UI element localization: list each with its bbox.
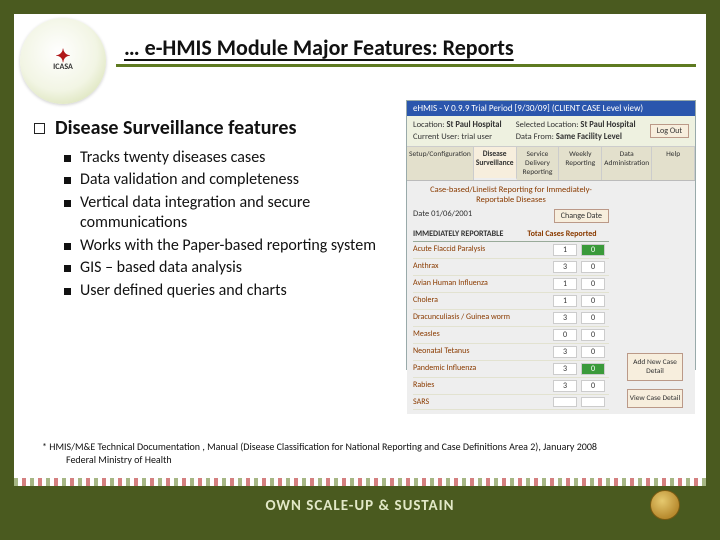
date-label: Date [413, 209, 429, 219]
case-count-a: 3 [553, 261, 577, 273]
feature-item: Works with the Paper-based reporting sys… [64, 236, 394, 256]
col-disease: IMMEDIATELY REPORTABLE [413, 229, 527, 239]
table-body: Acute Flaccid Paralysis10Anthrax30Avian … [413, 242, 609, 410]
disease-name: Dracunculiasis / Guinea worm [413, 312, 553, 324]
sel-loc-value: St Paul Hospital [580, 120, 635, 130]
case-title: Case-based/Linelist Reporting for Immedi… [413, 185, 609, 205]
banner: OWN SCALE-UP & SUSTAIN [14, 486, 706, 526]
table-row[interactable]: Rabies30 [413, 378, 609, 395]
table-row[interactable]: Pandemic Influenza30 [413, 361, 609, 378]
tab-weekly[interactable]: Weekly Reporting [559, 147, 602, 180]
col-total: Total Cases Reported [527, 229, 609, 239]
section-heading: Disease Surveillance features [34, 116, 394, 140]
case-count-b: 0 [581, 380, 605, 392]
disease-name: Acute Flaccid Paralysis [413, 244, 553, 256]
disease-name: Cholera [413, 295, 553, 307]
location-bar: Location: St Paul Hospital Current User:… [407, 116, 695, 147]
table-row[interactable]: Dracunculiasis / Guinea worm30 [413, 310, 609, 327]
table-row[interactable]: SARS [413, 395, 609, 410]
logout-button[interactable]: Log Out [650, 124, 689, 138]
view-case-button[interactable]: View Case Detail [627, 389, 683, 408]
tab-help[interactable]: Help [652, 147, 695, 180]
tab-service-delivery[interactable]: Service Delivery Reporting [517, 147, 560, 180]
case-count-b: 0 [581, 363, 605, 375]
tab-bar: Setup/Configuration Disease Surveillance… [407, 147, 695, 181]
table-row[interactable]: Cholera10 [413, 293, 609, 310]
app-main: Case-based/Linelist Reporting for Immedi… [407, 181, 695, 414]
table-row[interactable]: Measles00 [413, 327, 609, 344]
case-count-b: 0 [581, 312, 605, 324]
feature-item: Vertical data integration and secure com… [64, 193, 394, 234]
case-count-a: 1 [553, 244, 577, 256]
table-row[interactable]: Acute Flaccid Paralysis10 [413, 242, 609, 259]
case-count-a: 3 [553, 380, 577, 392]
user-value: trial user [461, 132, 492, 142]
footnote-line2: Federal Ministry of Health [66, 453, 597, 466]
disease-name: Rabies [413, 380, 553, 392]
feature-item: Data validation and completeness [64, 170, 394, 190]
app-screenshot: eHMIS - V 0.9.9 Trial Period [9/30/09] (… [406, 100, 696, 370]
feature-item: Tracks twenty diseases cases [64, 148, 394, 168]
text-column: Disease Surveillance features Tracks twe… [34, 100, 394, 370]
user-label: Current User: [413, 132, 459, 142]
case-panel: Case-based/Linelist Reporting for Immedi… [407, 181, 615, 414]
disease-name: Measles [413, 329, 553, 341]
logo-brand: ICASA [53, 62, 73, 72]
header: ✦ ICASA … e-HMIS Module Major Features: … [14, 14, 706, 86]
tab-setup[interactable]: Setup/Configuration [407, 147, 474, 180]
case-count-a: 3 [553, 346, 577, 358]
feature-list: Tracks twenty diseases cases Data valida… [64, 148, 394, 301]
loc-label: Location: [413, 120, 445, 130]
square-bullet-icon [34, 123, 45, 134]
loc-value: St Paul Hospital [446, 120, 501, 130]
add-case-button[interactable]: Add New Case Detail [627, 353, 683, 381]
date-value: 01/06/2001 [431, 209, 472, 219]
table-row[interactable]: Anthrax30 [413, 259, 609, 276]
case-count-b [581, 397, 605, 407]
tab-disease-surveillance[interactable]: Disease Surveillance [474, 147, 517, 180]
table-row[interactable]: Neonatal Tetanus30 [413, 344, 609, 361]
title-underline [116, 64, 696, 67]
body: Disease Surveillance features Tracks twe… [14, 86, 706, 370]
ribbon-icon: ✦ [55, 50, 70, 62]
slide-page: ✦ ICASA … e-HMIS Module Major Features: … [14, 14, 706, 526]
section-heading-text: Disease Surveillance features [55, 116, 296, 140]
change-date-button[interactable]: Change Date [554, 209, 609, 223]
from-value: Same Facility Level [556, 132, 622, 142]
case-count-b: 0 [581, 295, 605, 307]
feature-item: GIS – based data analysis [64, 258, 394, 278]
banner-decoration [14, 478, 706, 486]
disease-name: Neonatal Tetanus [413, 346, 553, 358]
case-count-a: 3 [553, 312, 577, 324]
logo: ✦ ICASA [20, 18, 106, 104]
disease-name: Pandemic Influenza [413, 363, 553, 375]
case-count-b: 0 [581, 261, 605, 273]
table-header: IMMEDIATELY REPORTABLE Total Cases Repor… [413, 227, 609, 242]
feature-item: User defined queries and charts [64, 281, 394, 301]
table-row[interactable]: Avian Human Influenza10 [413, 276, 609, 293]
disease-name: Anthrax [413, 261, 553, 273]
case-count-a: 1 [553, 278, 577, 290]
window-title: eHMIS - V 0.9.9 Trial Period [9/30/09] (… [407, 101, 695, 116]
tab-data-admin[interactable]: Data Administration [602, 147, 652, 180]
from-label: Data From: [516, 132, 554, 142]
footnote-line1: * HMIS/M&E Technical Documentation , Man… [42, 440, 597, 453]
page-title: … e-HMIS Module Major Features: Reports [124, 34, 696, 61]
case-count-b: 0 [581, 278, 605, 290]
footnote: * HMIS/M&E Technical Documentation , Man… [42, 440, 597, 466]
case-count-b: 0 [581, 346, 605, 358]
case-count-a: 1 [553, 295, 577, 307]
banner-text: OWN SCALE-UP & SUSTAIN [265, 497, 454, 515]
case-count-b: 0 [581, 329, 605, 341]
case-count-a: 0 [553, 329, 577, 341]
side-buttons: Add New Case Detail View Case Detail [615, 181, 695, 414]
case-count-a [553, 397, 577, 407]
case-count-b: 0 [581, 244, 605, 256]
case-count-a: 3 [553, 363, 577, 375]
disease-name: Avian Human Influenza [413, 278, 553, 290]
africa-globe-icon [650, 490, 680, 520]
disease-name: SARS [413, 397, 553, 407]
sel-loc-label: Selected Location: [516, 120, 579, 130]
